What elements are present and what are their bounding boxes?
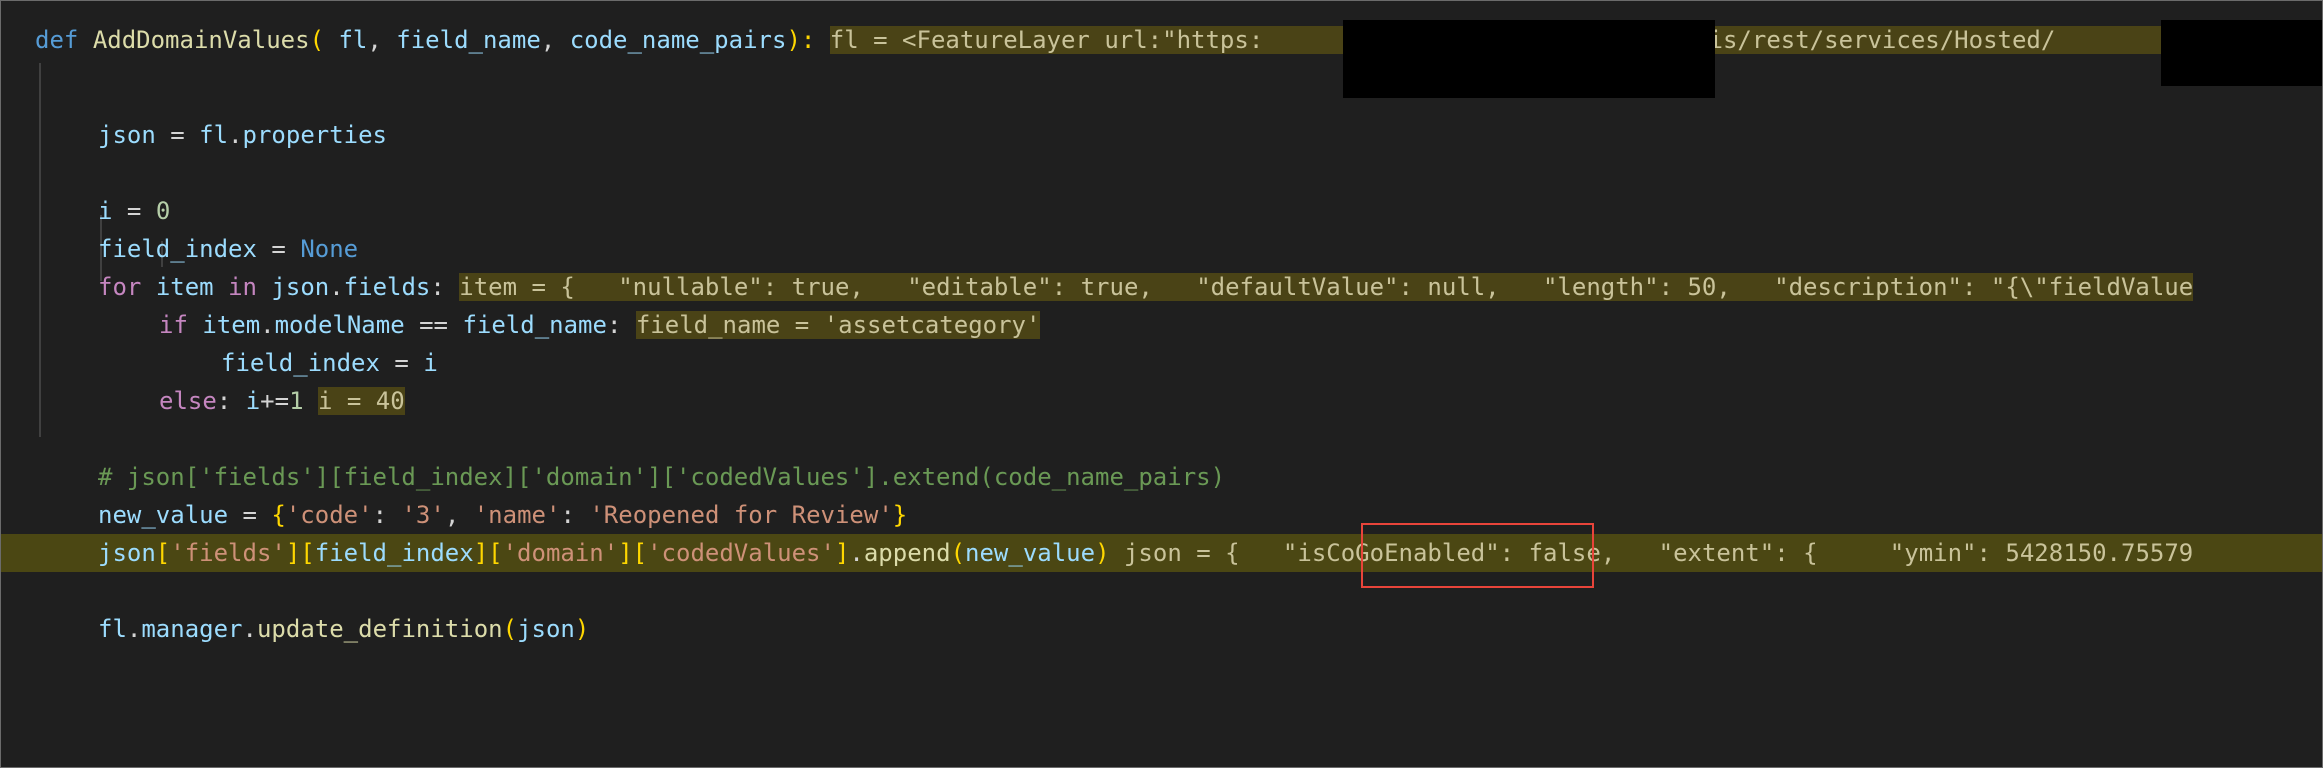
code-line-1[interactable]: def AddDomainValues( fl, field_name, cod… — [1, 21, 2322, 59]
operator: = — [112, 197, 156, 225]
number-literal: 0 — [155, 197, 171, 225]
colon: : — [560, 501, 590, 529]
code-line-10[interactable]: new_value = {'code': '3', 'name': 'Reope… — [1, 496, 2322, 534]
inline-value-hint-item: item = { "nullable": true, "editable": t… — [459, 273, 2194, 301]
bracket: [ — [632, 539, 648, 567]
paren: ) — [1095, 539, 1110, 567]
function-name: AddDomainValues — [92, 26, 310, 54]
inline-value-hint-i: i = 40 — [317, 387, 405, 415]
brace: } — [892, 501, 908, 529]
string-literal: 'domain' — [502, 539, 619, 567]
number-literal: 1 — [289, 387, 304, 415]
keyword-in: in — [228, 273, 257, 301]
brace: { — [271, 501, 286, 529]
colon: : — [606, 311, 622, 339]
inline-value-hint-field-name: field_name = 'assetcategory' — [635, 311, 1041, 339]
var-fl: fl — [98, 615, 127, 643]
redaction-block-url-tail — [2161, 20, 2322, 86]
operator: == — [404, 311, 463, 339]
var-new-value: new_value — [965, 539, 1096, 567]
code-line-6[interactable]: if item.modelName == field_name: field_n… — [1, 306, 2322, 344]
code-line-4[interactable]: field_index = None — [1, 230, 2322, 268]
code-line-8[interactable]: else: i+=1 i = 40 — [1, 382, 2322, 420]
bracket: ] — [618, 539, 633, 567]
string-literal: 'Reopened for Review' — [589, 501, 893, 529]
method-update-definition: update_definition — [256, 615, 503, 643]
param-fl: fl — [338, 26, 368, 54]
dot: . — [126, 615, 142, 643]
operator: += — [260, 387, 290, 415]
code-comment: # json['fields'][field_index]['domain'][… — [98, 463, 1226, 491]
code-editor[interactable]: def AddDomainValues( fl, field_name, cod… — [0, 0, 2323, 768]
dot: . — [228, 121, 243, 149]
dot: . — [849, 539, 864, 567]
operator: = — [155, 121, 200, 149]
code-line-11-current[interactable]: json['fields'][field_index]['domain']['c… — [1, 534, 2322, 572]
dot: . — [242, 615, 257, 643]
var-field-index: field_index — [221, 349, 380, 377]
attr-modelname: modelName — [274, 311, 405, 339]
paren: ( — [502, 615, 518, 643]
paren-colon: ): — [786, 26, 816, 54]
colon: : — [216, 387, 232, 415]
comma: , — [444, 501, 474, 529]
bracket: [ — [155, 539, 171, 567]
var-field-index: field_index — [314, 539, 474, 567]
var-fl: fl — [199, 121, 229, 149]
var-item: item — [202, 311, 261, 339]
code-line-12[interactable]: fl.manager.update_definition(json) — [1, 610, 2322, 648]
inline-value-hint-json: json = { "isCoGoEnabled": false, "extent… — [1123, 539, 2194, 567]
string-literal: 'fields' — [170, 539, 286, 567]
param-code-name-pairs: code_name_pairs — [569, 26, 787, 54]
var-item: item — [155, 273, 214, 301]
var-field-index: field_index — [98, 235, 257, 263]
paren: ( — [950, 539, 966, 567]
string-literal: 'codedValues' — [647, 539, 835, 567]
bracket: [ — [488, 539, 503, 567]
method-append: append — [863, 539, 951, 567]
keyword-def: def — [35, 26, 79, 54]
colon: : — [372, 501, 402, 529]
bracket: [ — [300, 539, 315, 567]
var-new-value: new_value — [98, 501, 229, 529]
keyword-for: for — [98, 273, 142, 301]
code-line-7[interactable]: field_index = i — [1, 344, 2322, 382]
operator: = — [379, 349, 424, 377]
comma: , — [540, 26, 570, 54]
annotation-red-box — [1361, 523, 1594, 588]
keyword-if: if — [159, 311, 188, 339]
param-field-name: field_name — [396, 26, 541, 54]
code-line-3[interactable]: i = 0 — [1, 192, 2322, 230]
code-line-9[interactable]: # json['fields'][field_index]['domain'][… — [1, 458, 2322, 496]
string-literal: 'name' — [473, 501, 561, 529]
var-json: json — [517, 615, 575, 643]
var-i: i — [245, 387, 261, 415]
constant-none: None — [300, 235, 359, 263]
code-line-2[interactable]: json = fl.properties — [1, 116, 2322, 154]
attr-fields: fields — [343, 273, 431, 301]
colon: : — [430, 273, 445, 301]
bracket: ] — [834, 539, 850, 567]
paren: ) — [574, 615, 590, 643]
var-i: i — [98, 197, 113, 225]
var-json: json — [271, 273, 330, 301]
var-field-name: field_name — [462, 311, 607, 339]
code-line-5[interactable]: for item in json.fields: item = { "nulla… — [1, 268, 2322, 306]
bracket: ] — [473, 539, 489, 567]
operator: = — [228, 501, 272, 529]
attr-properties: properties — [242, 121, 388, 149]
paren: ( — [309, 26, 325, 54]
attr-manager: manager — [141, 615, 243, 643]
var-json: json — [98, 121, 156, 149]
comma: , — [367, 26, 397, 54]
var-json: json — [98, 539, 156, 567]
var-i: i — [423, 349, 438, 377]
redaction-block-url-host — [1343, 20, 1715, 98]
string-literal: 'code' — [285, 501, 373, 529]
keyword-else: else — [159, 387, 217, 415]
bracket: ] — [285, 539, 301, 567]
string-literal: '3' — [401, 501, 445, 529]
operator: = — [256, 235, 301, 263]
